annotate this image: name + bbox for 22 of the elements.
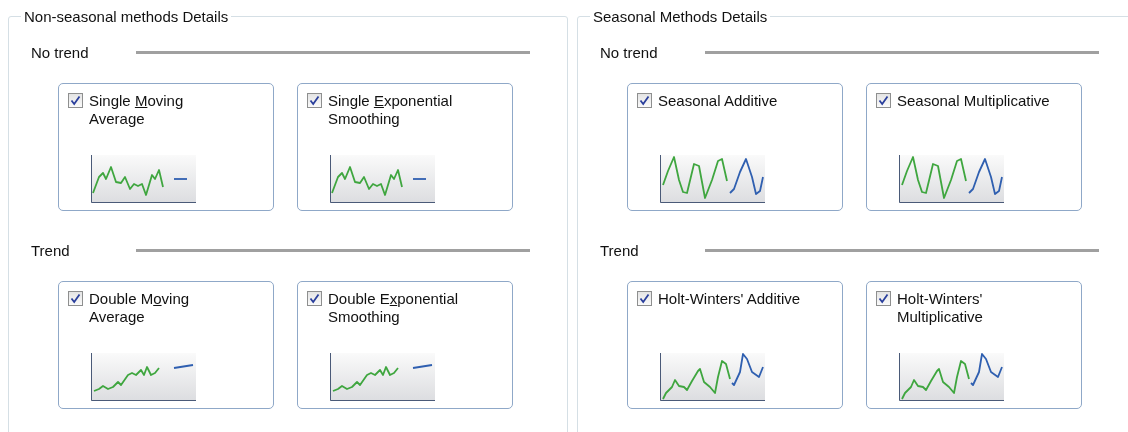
checkbox-label: Double Exponential Smoothing (328, 290, 459, 326)
checkbox-label: Single Exponential Smoothing (328, 92, 453, 128)
checkbox[interactable] (637, 93, 652, 108)
group-title: Non-seasonal methods Details (23, 8, 230, 25)
checkbox[interactable] (637, 291, 652, 306)
checkbox[interactable] (307, 93, 322, 108)
checkbox-label: Seasonal Additive (658, 92, 778, 110)
group-title: Seasonal Methods Details (592, 8, 769, 25)
checkbox-label: Double Moving Average (89, 290, 190, 326)
checkbox[interactable] (876, 291, 891, 306)
checkbox-label: Seasonal Multiplicative (897, 92, 1050, 110)
section-heading: No trend (31, 43, 90, 61)
checkbox-label: Holt-Winters' Additive (658, 290, 801, 308)
checkbox[interactable] (68, 291, 83, 306)
section-heading: No trend (600, 43, 659, 61)
checkbox[interactable] (68, 93, 83, 108)
checkbox-label: Single Moving Average (89, 92, 184, 128)
checkbox[interactable] (307, 291, 322, 306)
section-heading: Trend (600, 241, 640, 259)
checkbox-label: Holt-Winters' Multiplicative (897, 290, 983, 326)
section-heading: Trend (31, 241, 71, 259)
checkbox[interactable] (876, 93, 891, 108)
